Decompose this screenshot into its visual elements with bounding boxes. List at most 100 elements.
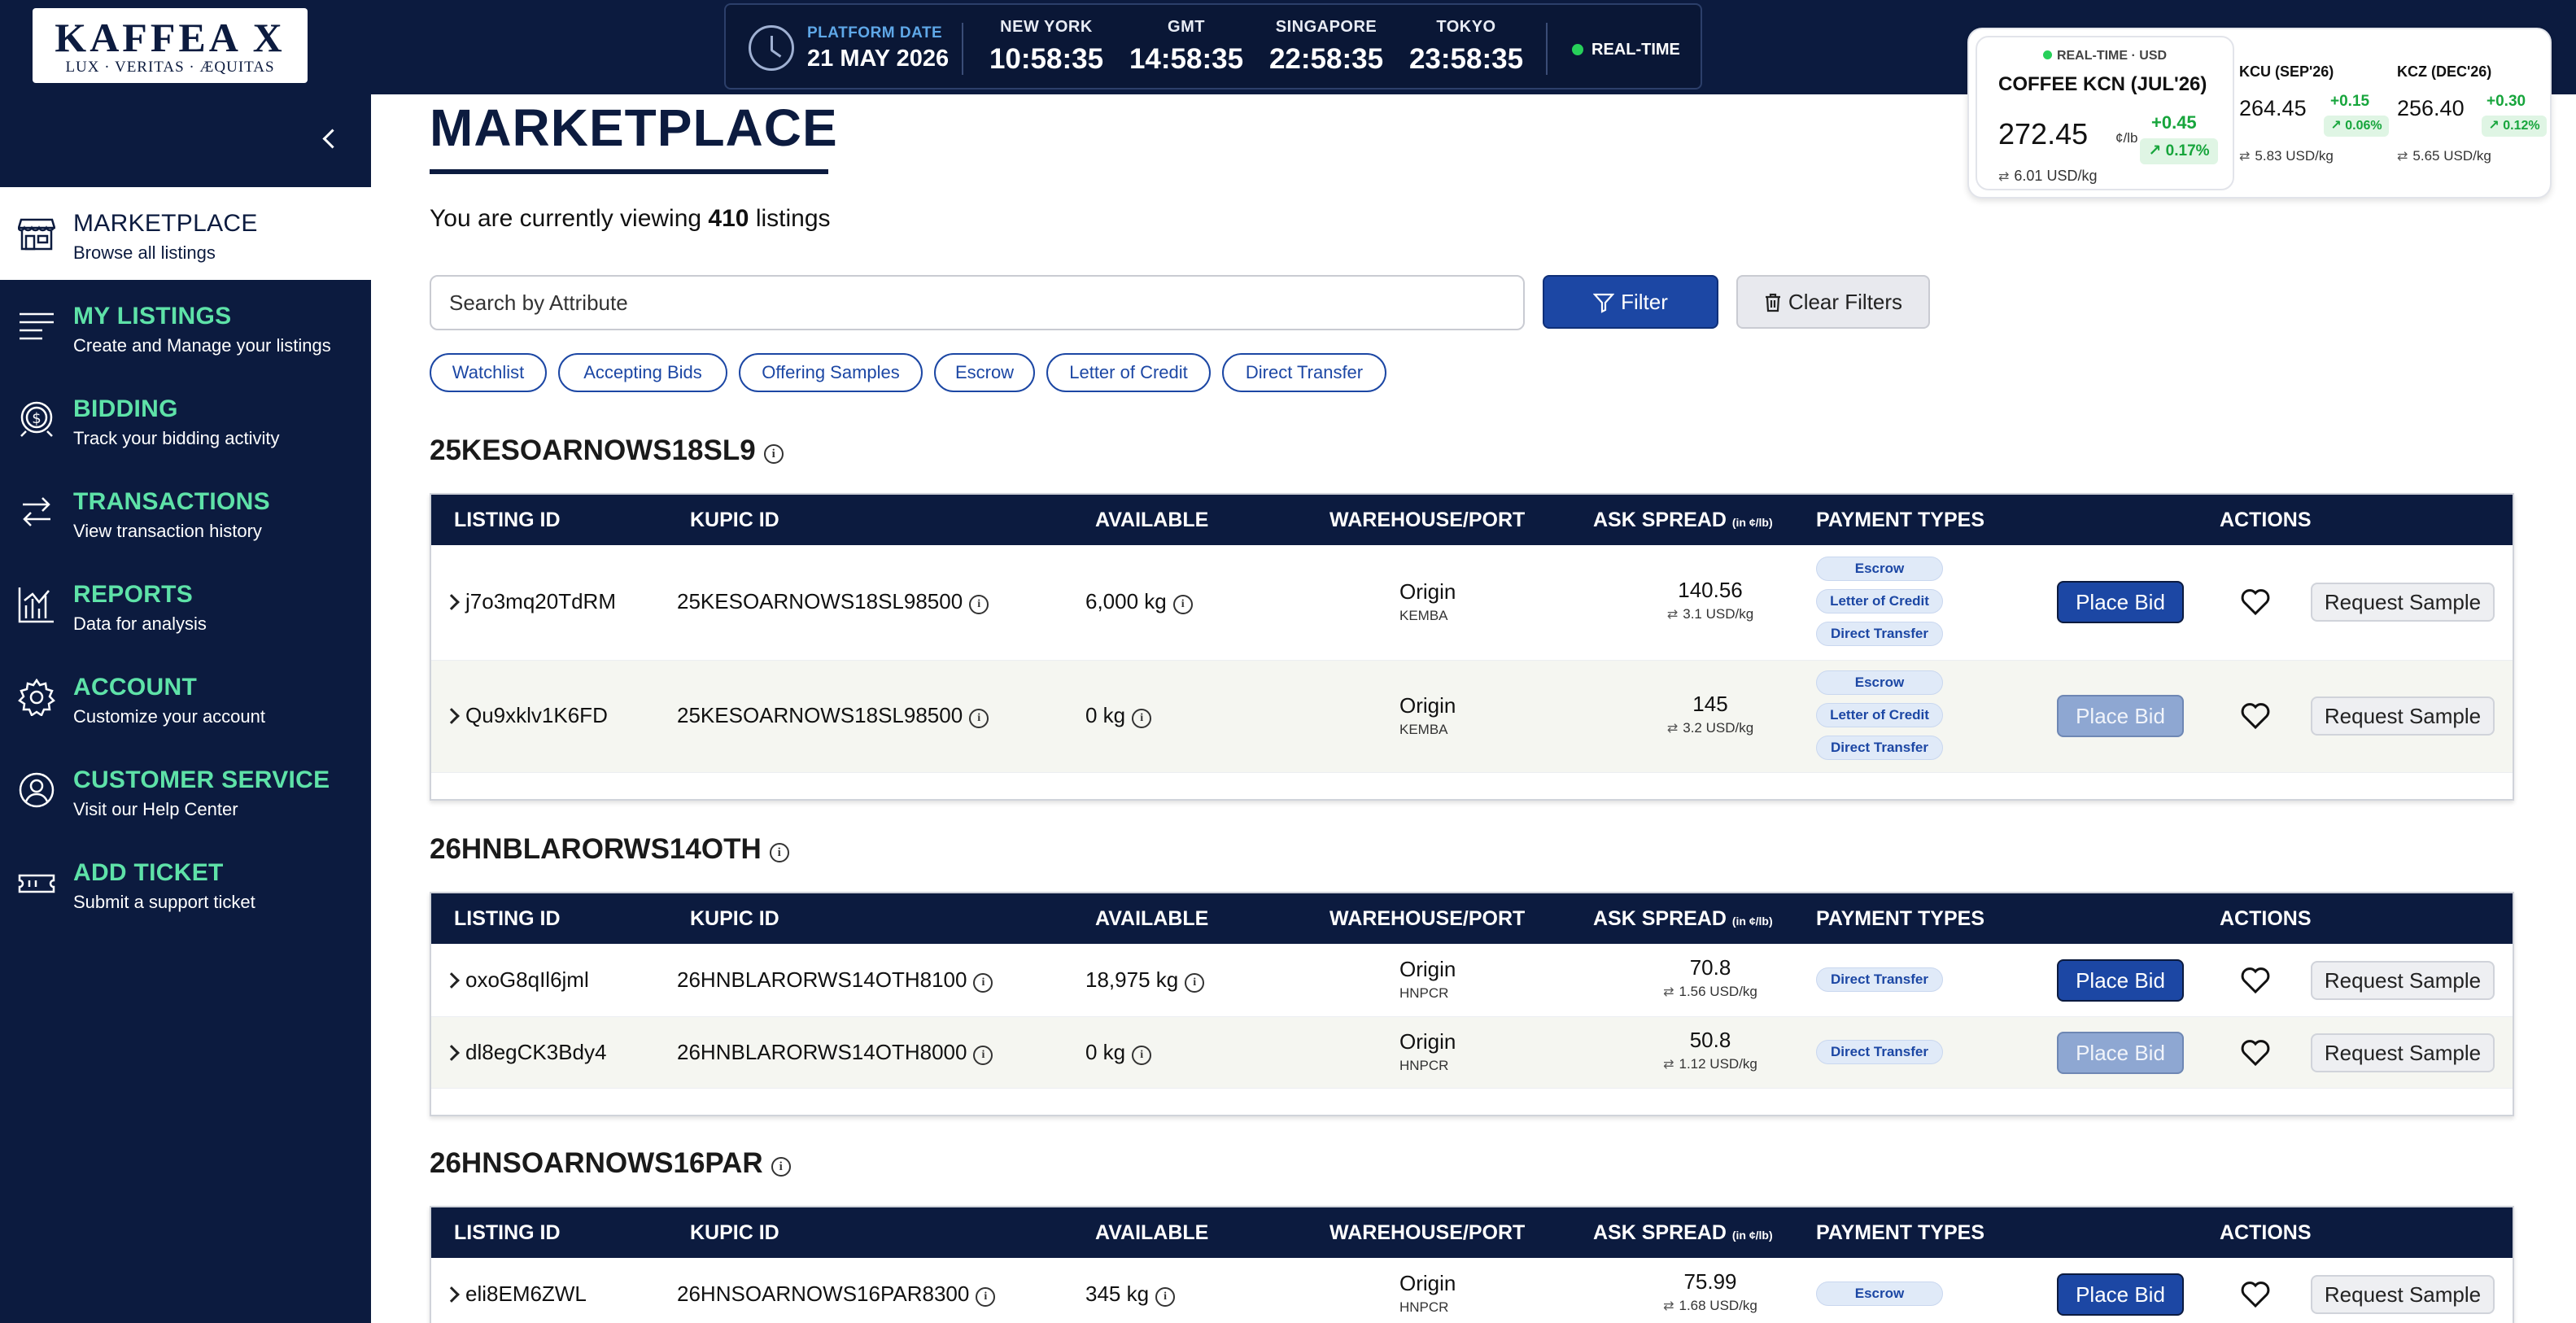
- ask-unit: (in ¢/lb): [1731, 1229, 1773, 1242]
- heart-icon[interactable]: [2239, 700, 2272, 732]
- sidebar-item-add-ticket[interactable]: ADD TICKET Submit a support ticket: [0, 836, 371, 929]
- clear-filters-button[interactable]: Clear Filters: [1736, 275, 1930, 329]
- filter-funnel-icon: [1592, 293, 1615, 313]
- info-icon[interactable]: i: [769, 843, 789, 862]
- swap-icon: ⇄: [1666, 608, 1679, 622]
- request-sample-button[interactable]: Request Sample: [2311, 696, 2495, 736]
- collapse-sidebar-chevron-icon[interactable]: [317, 127, 342, 151]
- nav-title: MY LISTINGS: [73, 303, 232, 330]
- expand-chevron-icon[interactable]: [443, 594, 460, 610]
- info-icon[interactable]: i: [976, 1287, 996, 1307]
- ask-label: ASK SPREAD: [1593, 1221, 1727, 1244]
- heart-icon[interactable]: [2239, 1037, 2272, 1069]
- kupic-text: 26HNBLARORWS14OTH8100: [677, 967, 967, 992]
- ask-value: 70.8: [1689, 955, 1731, 980]
- search-input[interactable]: [430, 275, 1525, 330]
- chip-offering-samples[interactable]: Offering Samples: [739, 353, 923, 392]
- available: 6,000 kg i: [1085, 589, 1193, 614]
- heart-icon[interactable]: [2239, 586, 2272, 618]
- logo[interactable]: KAFFEA X LUX · VERITAS · ÆQUITAS: [33, 8, 308, 83]
- kupic-id: 25KESOARNOWS18SL98500 i: [677, 703, 989, 728]
- chip-accepting-bids[interactable]: Accepting Bids: [558, 353, 727, 392]
- table-row[interactable]: eli8EM6ZWL 26HNSOARNOWS16PAR8300 i 345 kg…: [431, 1258, 2513, 1323]
- info-icon[interactable]: i: [771, 1157, 791, 1177]
- gear-icon: [18, 679, 55, 716]
- info-icon[interactable]: i: [1155, 1287, 1176, 1307]
- place-bid-button[interactable]: Place Bid: [2057, 1273, 2184, 1316]
- listing-id: oxoG8qIl6jml: [465, 967, 589, 992]
- table-row[interactable]: oxoG8qIl6jml 26HNBLARORWS14OTH8100 i 18,9…: [431, 944, 2513, 1017]
- ask-conversion-value: 3.2 USD/kg: [1683, 720, 1754, 736]
- available-text: 18,975 kg: [1085, 967, 1179, 992]
- sub-ticker[interactable]: KCU (SEP'26) 264.45 +0.15 ↗ 0.06% ⇄ 5.83 …: [2239, 63, 2389, 164]
- ask-unit: (in ¢/lb): [1731, 516, 1773, 529]
- clear-filters-label: Clear Filters: [1788, 290, 1903, 314]
- request-sample-button[interactable]: Request Sample: [2311, 583, 2495, 622]
- info-icon[interactable]: i: [763, 444, 784, 464]
- expand-chevron-icon[interactable]: [443, 1045, 460, 1061]
- expand-chevron-icon[interactable]: [443, 708, 460, 724]
- clock-zone: TOKYO 23:58:35: [1403, 18, 1530, 76]
- sub-ticker[interactable]: KCZ (DEC'26) 256.40 +0.30 ↗ 0.12% ⇄ 5.65 …: [2397, 63, 2547, 164]
- info-icon[interactable]: i: [973, 1046, 993, 1065]
- filter-button[interactable]: Filter: [1543, 275, 1718, 329]
- request-sample-button[interactable]: Request Sample: [2311, 1033, 2495, 1072]
- expand-chevron-icon[interactable]: [443, 972, 460, 989]
- sidebar-item-marketplace[interactable]: MARKETPLACE Browse all listings: [0, 187, 371, 280]
- nav-subtitle: Track your bidding activity: [73, 428, 280, 448]
- table-row[interactable]: j7o3mq20TdRM 25KESOARNOWS18SL98500 i 6,00…: [431, 545, 2513, 661]
- info-icon[interactable]: i: [1132, 1046, 1152, 1065]
- available-text: 0 kg: [1085, 703, 1126, 727]
- ticker-title: COFFEE KCN (JUL'26): [1998, 73, 2207, 95]
- info-icon[interactable]: i: [1185, 973, 1205, 993]
- sub-ticker-title: KCZ (DEC'26): [2397, 63, 2492, 80]
- listing-count: You are currently viewing 410 listings: [430, 205, 831, 233]
- place-bid-button[interactable]: Place Bid: [2057, 959, 2184, 1002]
- kupic-text: 26HNSOARNOWS16PAR8300: [677, 1282, 970, 1306]
- place-bid-button[interactable]: Place Bid: [2057, 1032, 2184, 1074]
- viewing-prefix: You are currently viewing: [430, 205, 702, 232]
- warehouse-name: Origin: [1399, 693, 1456, 718]
- ticker-realtime-label: REAL-TIME · USD: [2056, 49, 2168, 63]
- payment-badge: Direct Transfer: [1816, 1040, 1943, 1064]
- request-sample-button[interactable]: Request Sample: [2311, 1275, 2495, 1314]
- info-icon[interactable]: i: [1132, 709, 1152, 728]
- info-icon[interactable]: i: [969, 709, 989, 728]
- heart-icon[interactable]: [2239, 1278, 2272, 1311]
- chart-icon: [18, 587, 54, 623]
- listings-table: LISTING ID KUPIC ID AVAILABLE WAREHOUSE/…: [430, 1206, 2514, 1323]
- chip-escrow[interactable]: Escrow: [934, 353, 1035, 392]
- sidebar-item-account[interactable]: ACCOUNT Customize your account: [0, 651, 371, 744]
- warehouse-name: Origin: [1399, 1271, 1456, 1295]
- table-row[interactable]: dl8egCK3Bdy4 26HNBLARORWS14OTH8000 i 0 kg…: [431, 1017, 2513, 1089]
- expand-chevron-icon[interactable]: [443, 1286, 460, 1303]
- ask-conversion-value: 3.1 USD/kg: [1683, 606, 1754, 622]
- sidebar-item-my-listings[interactable]: MY LISTINGS Create and Manage your listi…: [0, 280, 371, 373]
- chip-letter-of-credit[interactable]: Letter of Credit: [1046, 353, 1211, 392]
- col-warehouse: WAREHOUSE/PORT: [1329, 509, 1526, 531]
- chip-direct-transfer[interactable]: Direct Transfer: [1222, 353, 1386, 392]
- kupic-text: 25KESOARNOWS18SL98500: [677, 589, 963, 613]
- heart-icon[interactable]: [2239, 964, 2272, 997]
- storefront-icon: [18, 218, 55, 251]
- request-sample-button[interactable]: Request Sample: [2311, 961, 2495, 1000]
- place-bid-button[interactable]: Place Bid: [2057, 581, 2184, 623]
- info-icon[interactable]: i: [1172, 595, 1193, 614]
- logo-motto: LUX · VERITAS · ÆQUITAS: [65, 59, 275, 76]
- table-row[interactable]: Qu9xklv1K6FD 25KESOARNOWS18SL98500 i 0 kg…: [431, 661, 2513, 773]
- sidebar-item-reports[interactable]: REPORTS Data for analysis: [0, 558, 371, 651]
- chip-watchlist[interactable]: Watchlist: [430, 353, 547, 392]
- payment-badge: Escrow: [1816, 1282, 1943, 1306]
- sidebar: MARKETPLACE Browse all listings MY LISTI…: [0, 94, 371, 1323]
- place-bid-button[interactable]: Place Bid: [2057, 695, 2184, 737]
- sidebar-item-customer-service[interactable]: CUSTOMER SERVICE Visit our Help Center: [0, 744, 371, 836]
- sidebar-item-transactions[interactable]: TRANSACTIONS View transaction history: [0, 465, 371, 558]
- col-ask-spread: ASK SPREAD (in ¢/lb): [1593, 495, 1773, 548]
- nav-title: MARKETPLACE: [73, 210, 258, 237]
- info-icon[interactable]: i: [969, 595, 989, 614]
- table-header: LISTING ID KUPIC ID AVAILABLE WAREHOUSE/…: [431, 893, 2513, 944]
- group-title-text: 26HNBLARORWS14OTH: [430, 833, 762, 865]
- sidebar-item-bidding[interactable]: $ BIDDING Track your bidding activity: [0, 373, 371, 465]
- info-icon[interactable]: i: [973, 973, 993, 993]
- col-available: AVAILABLE: [1095, 907, 1209, 930]
